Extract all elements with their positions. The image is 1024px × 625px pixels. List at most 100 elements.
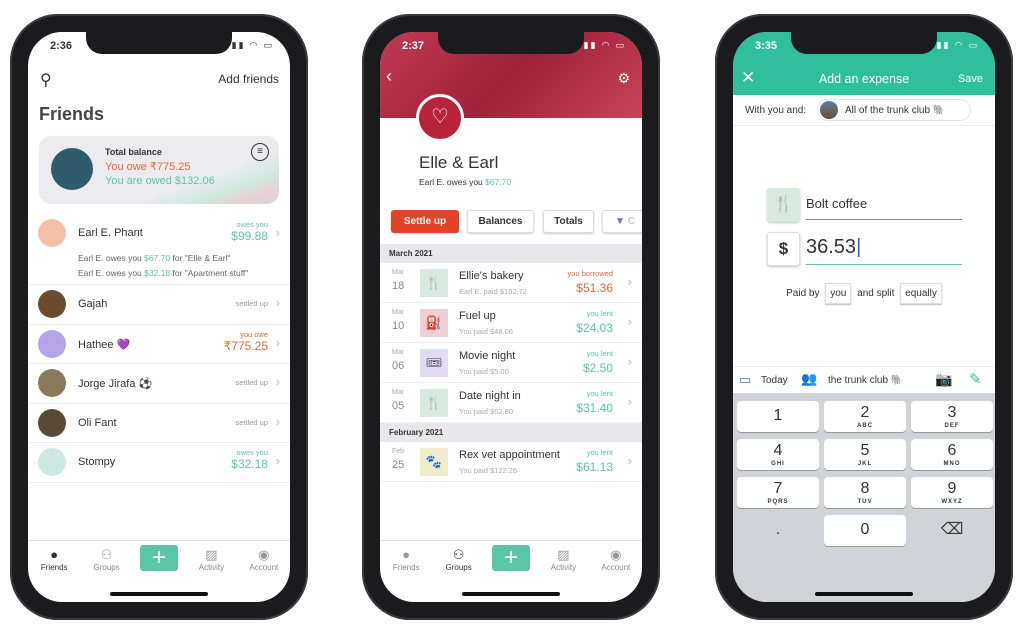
home-indicator (815, 592, 913, 596)
tab-add[interactable]: + (485, 541, 537, 584)
add-friends-button[interactable]: Add friends (218, 72, 279, 86)
key-9[interactable]: 9 WXYZ (911, 477, 993, 508)
tab-account[interactable]: ◉ Account (238, 541, 290, 584)
status-icons: ▮▮ ◠ ▭ (231, 40, 274, 50)
backspace-key[interactable]: ⌫ (911, 515, 993, 546)
calendar-icon[interactable]: ▭ (739, 372, 751, 388)
group-chip[interactable]: All of the trunk club 🐘 (817, 99, 971, 121)
key-digit: 0 (860, 521, 870, 538)
group-button[interactable]: the trunk club 🐘 (828, 375, 903, 386)
key-3[interactable]: 3 DEF (911, 401, 993, 432)
expense-name: Rex vet appointment (459, 449, 560, 461)
friend-row[interactable]: Gajah settled up › (28, 285, 290, 325)
expense-month: Mar (392, 389, 405, 396)
expense-row[interactable]: Mar 06 🎟 Movie night You paid $5.00 you lent $… (380, 343, 642, 383)
group-heart-avatar: ♡ (416, 94, 464, 142)
person-icon: ● (402, 547, 411, 562)
notes-edit-icon[interactable]: ✎ (969, 370, 982, 388)
expense-name: Ellie's bakery (459, 270, 524, 282)
add-expense-icon[interactable]: + (492, 545, 531, 571)
key-5[interactable]: 5 JKL (824, 439, 906, 470)
friend-status: owes you (236, 220, 268, 229)
tab-friends[interactable]: ● Friends (380, 541, 432, 584)
date-button[interactable]: Today (761, 375, 788, 386)
friend-row[interactable]: Earl E. Phant owes you $99.88 › Earl E. owes… (28, 215, 290, 285)
friend-row[interactable]: Jorge Jirafa ⚽ settled up › (28, 364, 290, 404)
key-digit: 8 (860, 480, 870, 497)
expense-paid: You paid $122.26 (459, 466, 518, 475)
chevron-right-icon: › (627, 354, 632, 369)
tab-groups[interactable]: ⚇ Groups (432, 541, 484, 584)
friend-name: Hathee 💜 (78, 338, 131, 351)
phone-add-expense: 3:35 ▮▮ ◠ ▭ ✕ Add an expense Save With yo… (715, 14, 1013, 620)
expense-row[interactable]: Mar 18 🍴 Ellie's bakery Earl E. paid $102.72… (380, 263, 642, 303)
activity-icon: ▨ (557, 547, 570, 562)
charts-label: C (627, 216, 635, 227)
detail-text: Earl E. owes you (78, 268, 145, 278)
camera-icon[interactable]: 📷 (935, 371, 952, 388)
amount-input[interactable]: 36.53| (806, 236, 962, 265)
home-indicator (462, 592, 560, 596)
and-split-label: and split (857, 288, 895, 299)
balances-button[interactable]: Balances (467, 210, 534, 233)
friend-name: Stompy (78, 456, 116, 468)
total-balance-card[interactable]: Total balance You owe ₹775.25 You are ow… (39, 136, 279, 204)
friend-row[interactable]: Stompy owes you $32.18 › (28, 443, 290, 483)
expense-row[interactable]: Mar 05 🍴 Date night in You paid $62.80 you le… (380, 383, 642, 423)
tab-label: Activity (198, 563, 225, 572)
chevron-right-icon: › (275, 334, 280, 350)
text-cursor: | (856, 236, 862, 258)
charts-button[interactable]: ▼ C (602, 210, 642, 233)
filter-icon[interactable]: ≡ (251, 143, 269, 161)
add-expense-screen: 3:35 ▮▮ ◠ ▭ ✕ Add an expense Save With yo… (733, 32, 995, 602)
friend-row[interactable]: Oli Fant settled up › (28, 404, 290, 443)
category-fork-knife-icon[interactable]: 🍴 (767, 188, 800, 222)
split-method-button[interactable]: equally (900, 283, 942, 304)
settle-up-button[interactable]: Settle up (391, 210, 459, 233)
tab-label: Friends (392, 563, 420, 572)
group-avatar (820, 101, 838, 119)
key-7[interactable]: 7 PQRS (737, 477, 819, 508)
description-input[interactable]: Bolt coffee (806, 196, 962, 220)
expense-row[interactable]: Feb 25 🐾 Rex vet appointment You paid $122.2… (380, 442, 642, 482)
expense-row[interactable]: Mar 10 ⛽ Fuel up You paid $48.06 you lent $24.… (380, 303, 642, 343)
tab-friends[interactable]: ● Friends (28, 541, 80, 584)
key-.[interactable]: . (737, 515, 819, 546)
expense-amount: $2.50 (582, 361, 613, 375)
tab-activity[interactable]: ▨ Activity (185, 541, 237, 584)
tab-account[interactable]: ◉ Account (590, 541, 642, 584)
key-digit: 6 (947, 442, 957, 459)
expense-month: Mar (392, 309, 405, 316)
save-button[interactable]: Save (958, 73, 983, 85)
user-avatar (51, 148, 93, 190)
tab-add[interactable]: + (133, 541, 185, 584)
expense-name: Movie night (459, 350, 516, 362)
key-1[interactable]: 1 (737, 401, 819, 432)
tab-activity[interactable]: ▨ Activity (537, 541, 589, 584)
summary-amount: $67.70 (485, 177, 512, 187)
key-8[interactable]: 8 TUV (824, 477, 906, 508)
totals-button[interactable]: Totals (543, 210, 594, 233)
friend-name: Gajah (78, 298, 108, 310)
key-6[interactable]: 6 MNO (911, 439, 993, 470)
expense-amount: $24.03 (576, 321, 613, 335)
search-icon[interactable]: ⚲ (40, 70, 52, 90)
back-icon[interactable]: ‹ (386, 66, 392, 87)
key-2[interactable]: 2 ABC (824, 401, 906, 432)
key-digit: 4 (773, 442, 783, 459)
tab-bar: ● Friends ⚇ Groups + ▨ Activity ◉ Account (28, 540, 290, 584)
expense-day: 18 (392, 280, 405, 292)
key-letters: JKL (857, 461, 873, 467)
add-expense-icon[interactable]: + (140, 545, 179, 571)
payer-button[interactable]: you (825, 283, 852, 304)
settings-gear-icon[interactable]: ⚙ (617, 70, 630, 87)
balance-owe: You owe ₹775.25 (105, 161, 191, 173)
friend-row[interactable]: Hathee 💜 you owe ₹775.25 › (28, 325, 290, 364)
expense-status: you lent (586, 309, 613, 318)
key-0[interactable]: 0 (824, 515, 906, 546)
key-4[interactable]: 4 GHI (737, 439, 819, 470)
tab-bar: ● Friends ⚇ Groups + ▨ Activity ◉ Account (380, 540, 642, 584)
currency-button[interactable]: $ (767, 232, 800, 266)
tab-groups[interactable]: ⚇ Groups (80, 541, 132, 584)
tickets-icon: 🎟 (420, 349, 448, 377)
